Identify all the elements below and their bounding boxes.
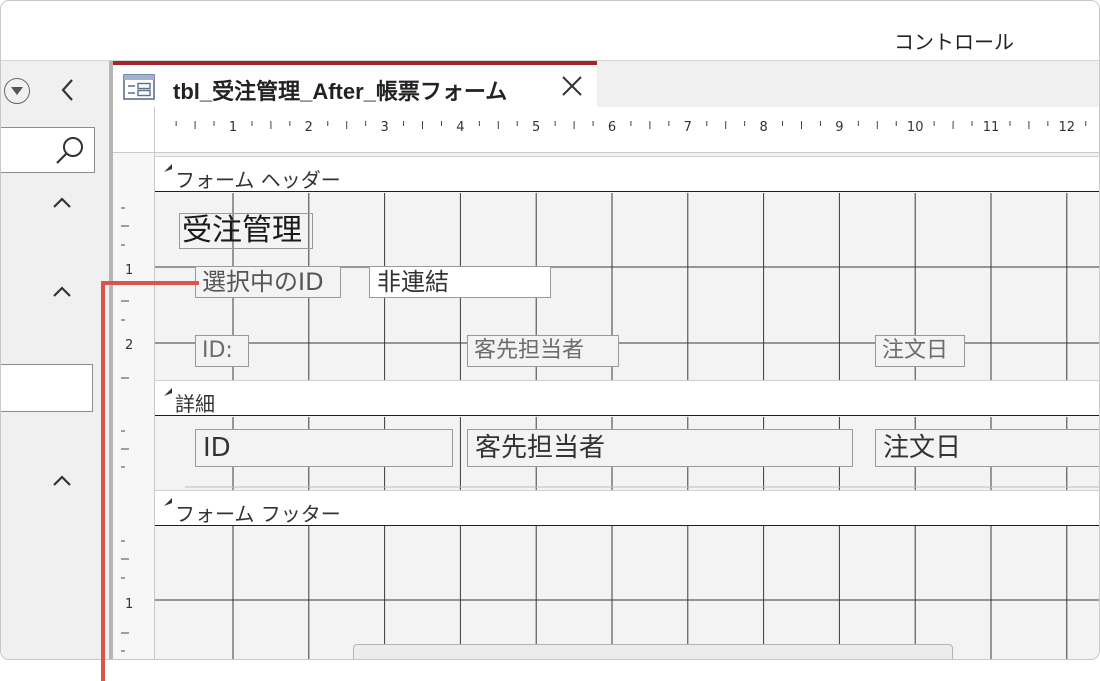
contact-textbox[interactable]: 客先担当者: [467, 429, 853, 467]
ruler-number: 7: [684, 120, 692, 135]
ruler-number: 12: [1059, 120, 1076, 135]
vertical-ruler: 1 2 1: [113, 153, 155, 659]
design-canvas: フォーム ヘッダー 詳細 フォーム フッター 受注管理 選択中のID 非連結 I…: [155, 153, 1099, 659]
ruler-number: 2: [305, 120, 313, 135]
date-column-label[interactable]: 注文日: [875, 335, 965, 367]
search-icon: [56, 137, 83, 164]
id-textbox[interactable]: ID: [195, 429, 453, 467]
chevron-up-icon[interactable]: [49, 282, 75, 300]
chevron-up-icon[interactable]: [49, 193, 75, 211]
callout-line: [101, 281, 105, 681]
form-icon: [123, 74, 155, 104]
ruler-number: 1: [229, 120, 237, 135]
ribbon-group-label: コントロール: [894, 30, 1014, 54]
section-bar-form-header[interactable]: フォーム ヘッダー: [155, 156, 1099, 192]
form-footer-section[interactable]: [155, 526, 1099, 659]
id-column-label[interactable]: ID:: [195, 335, 249, 367]
selected-id-label[interactable]: 選択中のID: [195, 266, 341, 298]
ruler-number: 11: [983, 120, 1000, 135]
form-title-label[interactable]: 受注管理: [179, 213, 313, 249]
contact-column-label[interactable]: 客先担当者: [467, 335, 619, 367]
date-textbox[interactable]: 注文日: [875, 429, 1099, 467]
callout-line: [101, 281, 199, 285]
ruler-number: 4: [456, 120, 464, 135]
access-window: コントロール tbl_受注管理_After_帳票フォーム 1 2 3 4 5 6…: [0, 0, 1100, 660]
nav-search-input[interactable]: [1, 127, 95, 173]
chevron-up-icon[interactable]: [49, 471, 75, 489]
document-tab[interactable]: tbl_受注管理_After_帳票フォーム: [113, 61, 597, 107]
v-ruler-number: 1: [125, 263, 133, 278]
ruler-number: 10: [907, 120, 924, 135]
v-ruler-number: 2: [125, 338, 133, 353]
tab-strip: [597, 61, 1099, 107]
ruler-number: 8: [759, 120, 767, 135]
section-label: 詳細: [175, 392, 215, 416]
dropdown-circle-icon[interactable]: [4, 78, 30, 104]
section-label: フォーム フッター: [175, 502, 341, 526]
horizontal-ruler: 1 2 3 4 5 6 7 8 9 10 11 12: [155, 107, 1099, 153]
footer-placeholder: [353, 644, 953, 659]
ruler-number: 3: [380, 120, 388, 135]
ruler-number: 6: [608, 120, 616, 135]
form-selector[interactable]: [113, 107, 155, 153]
section-label: フォーム ヘッダー: [175, 168, 341, 192]
ruler-number: 5: [532, 120, 540, 135]
navigation-pane: [1, 61, 109, 659]
ruler-number: 9: [835, 120, 843, 135]
ribbon: コントロール: [1, 1, 1099, 61]
nav-list-item[interactable]: [1, 364, 93, 412]
close-icon[interactable]: [559, 73, 585, 99]
selected-id-textbox[interactable]: 非連結: [369, 266, 551, 298]
section-bar-form-footer[interactable]: フォーム フッター: [155, 490, 1099, 526]
chevron-left-icon[interactable]: [55, 75, 81, 105]
v-ruler-number: 1: [125, 597, 133, 612]
tab-title: tbl_受注管理_After_帳票フォーム: [173, 79, 508, 104]
section-bar-detail[interactable]: 詳細: [155, 380, 1099, 416]
